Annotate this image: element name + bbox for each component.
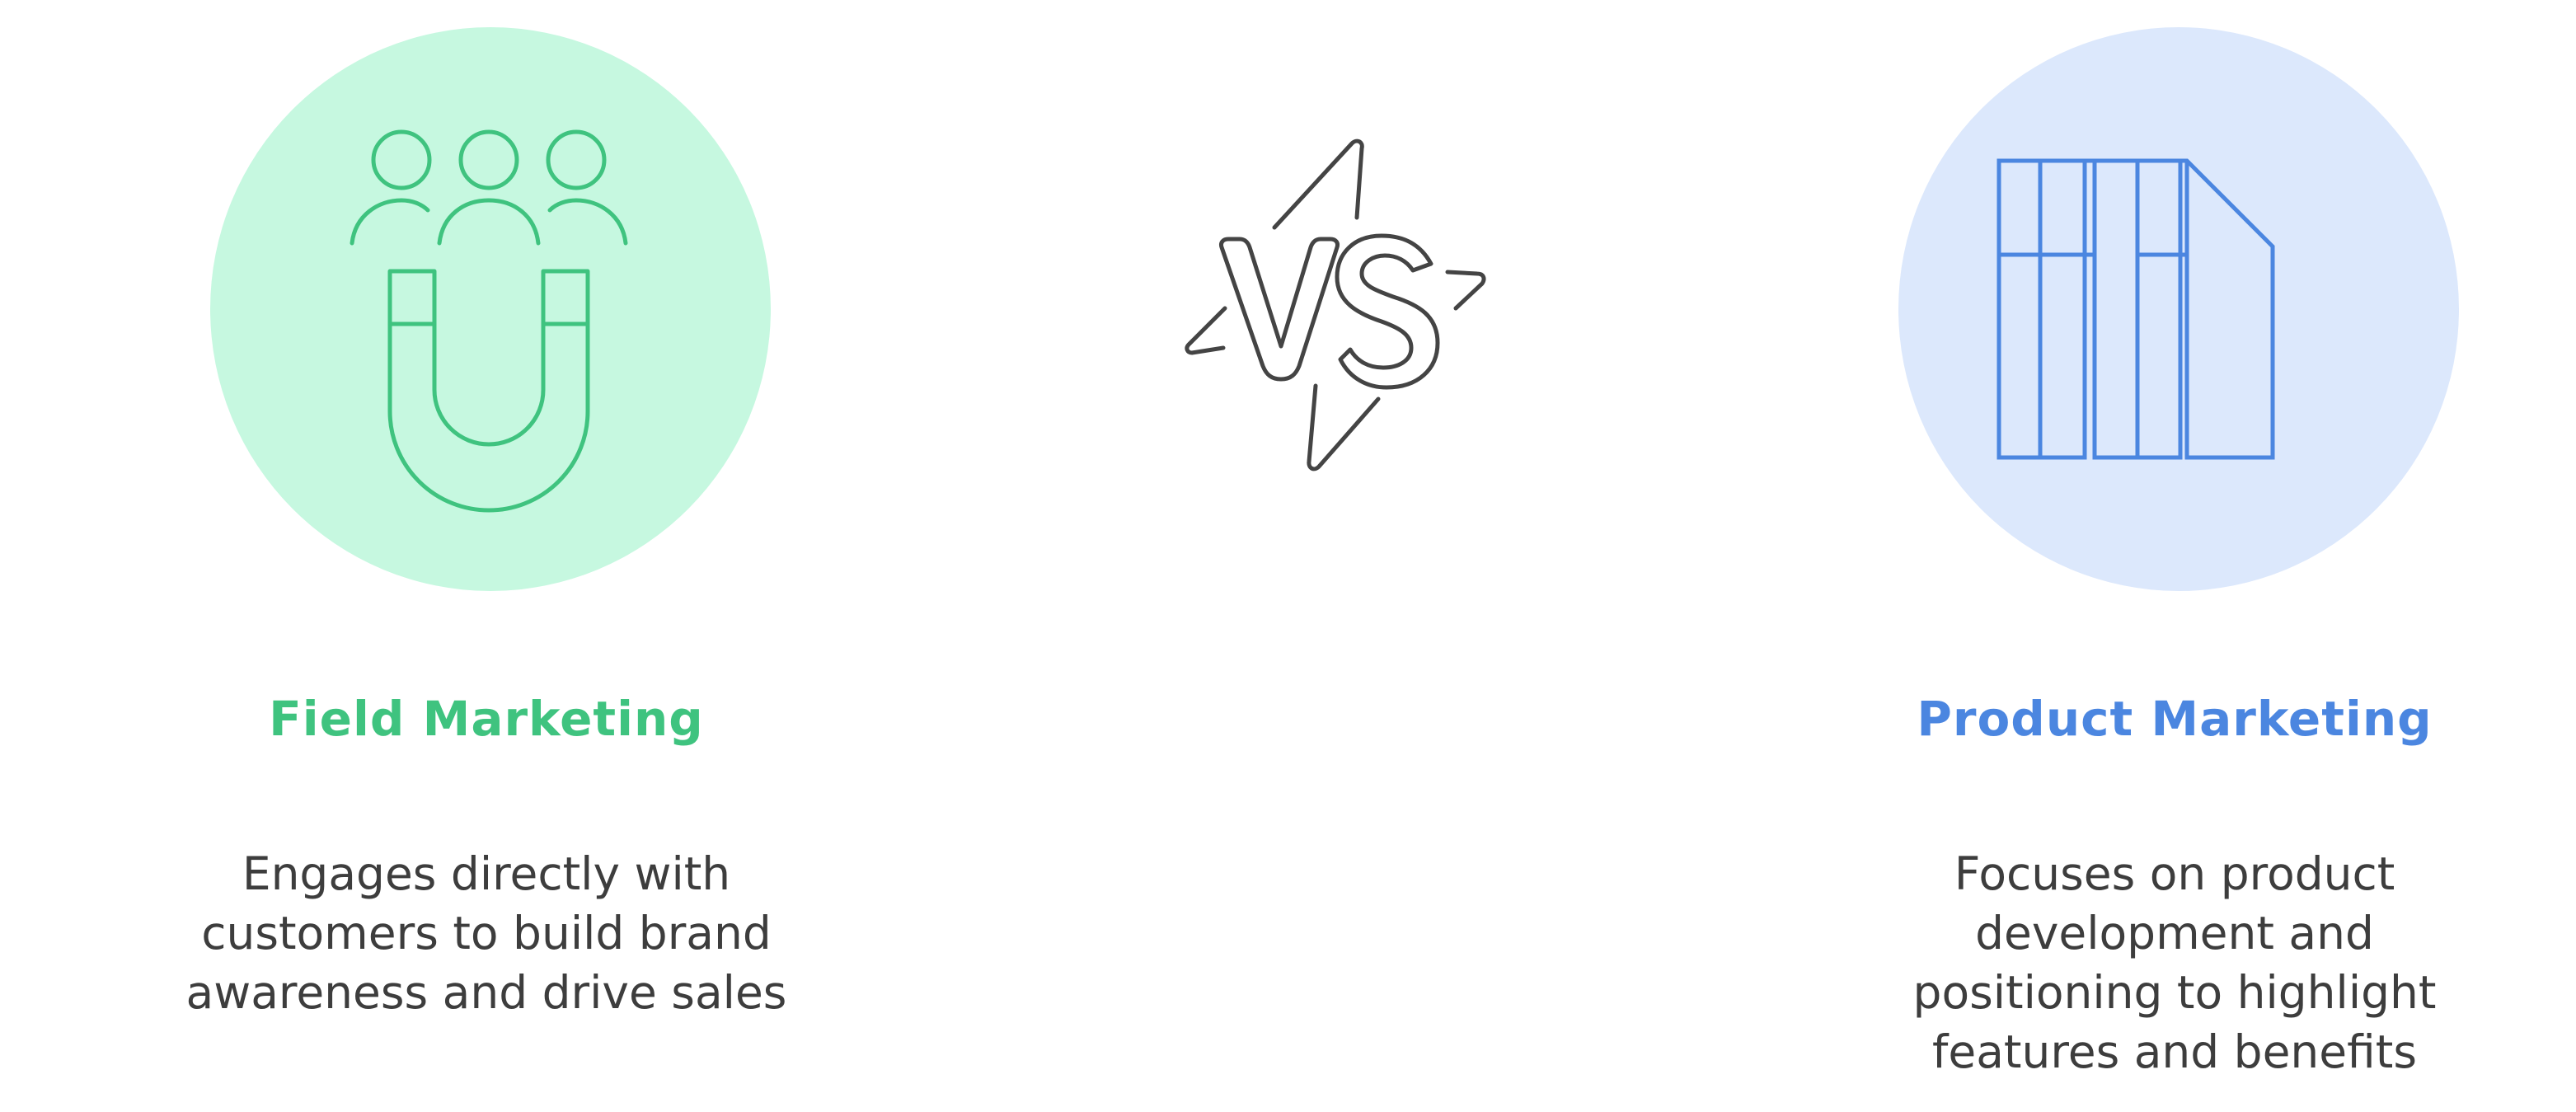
field-marketing-circle bbox=[210, 27, 771, 591]
versus-badge bbox=[1171, 132, 1492, 486]
people-magnet-icon bbox=[350, 129, 628, 513]
product-marketing-panel: Product Marketing Focuses on product dev… bbox=[1861, 0, 2488, 1112]
product-marketing-circle bbox=[1898, 27, 2459, 591]
comparison-diagram: { "left": { "title": "Field Marketing", … bbox=[0, 0, 2576, 1112]
versus-icon bbox=[1185, 138, 1486, 472]
product-marketing-description: Focuses on product development and posit… bbox=[1912, 847, 2437, 1078]
field-marketing-description: Engages directly with customers to build… bbox=[185, 847, 787, 1019]
field-marketing-panel: Field Marketing Engages directly with cu… bbox=[173, 0, 800, 1112]
book-pages-icon bbox=[1997, 158, 2275, 460]
product-marketing-title: Product Marketing bbox=[1917, 691, 2433, 747]
field-marketing-title: Field Marketing bbox=[269, 691, 704, 747]
